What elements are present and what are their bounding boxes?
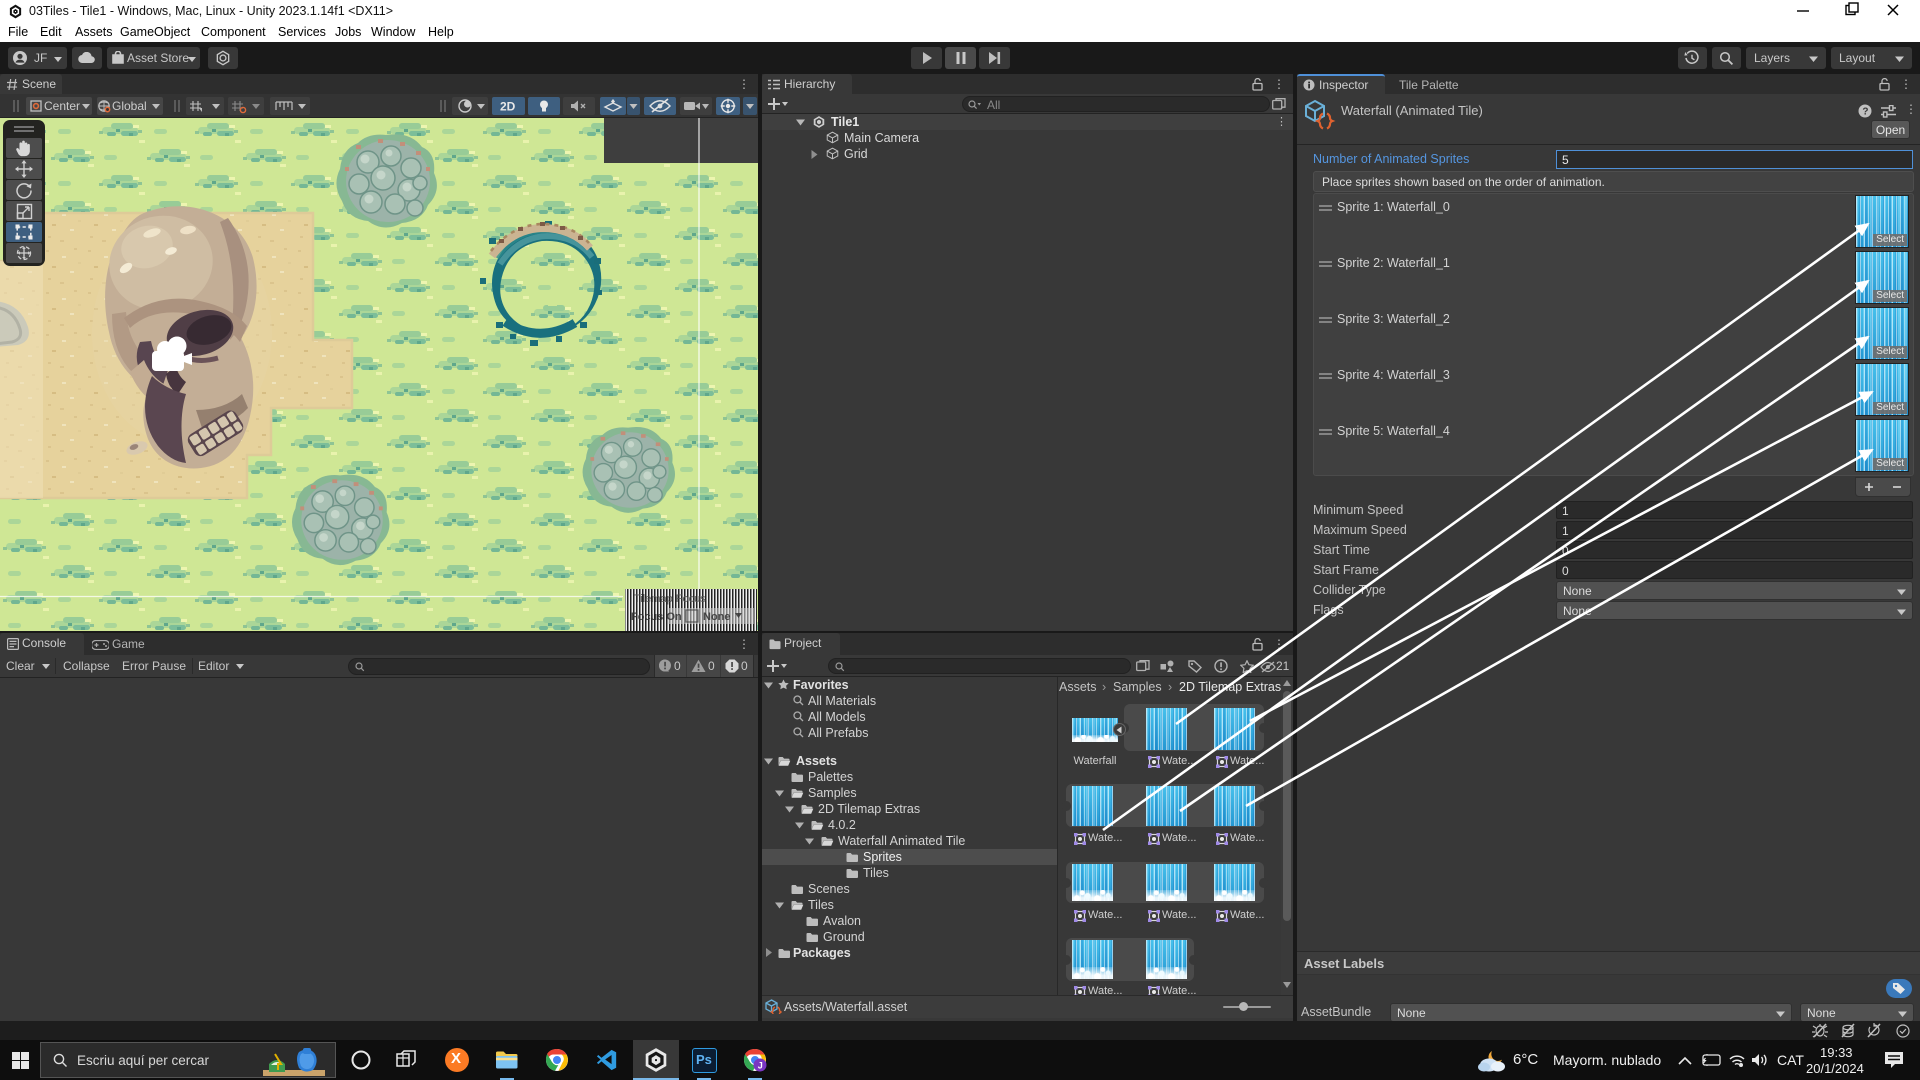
svg-text:Focus On: Focus On bbox=[631, 611, 682, 623]
svg-text:J: J bbox=[758, 1061, 763, 1071]
svg-text:Global: Global bbox=[112, 99, 147, 113]
svg-text:?: ? bbox=[1862, 107, 1868, 118]
svg-text:2D: 2D bbox=[500, 100, 516, 114]
svg-text:Tilemap Focus: Tilemap Focus bbox=[634, 593, 706, 605]
svg-text:Center: Center bbox=[44, 99, 80, 113]
svg-text:None: None bbox=[703, 611, 731, 623]
